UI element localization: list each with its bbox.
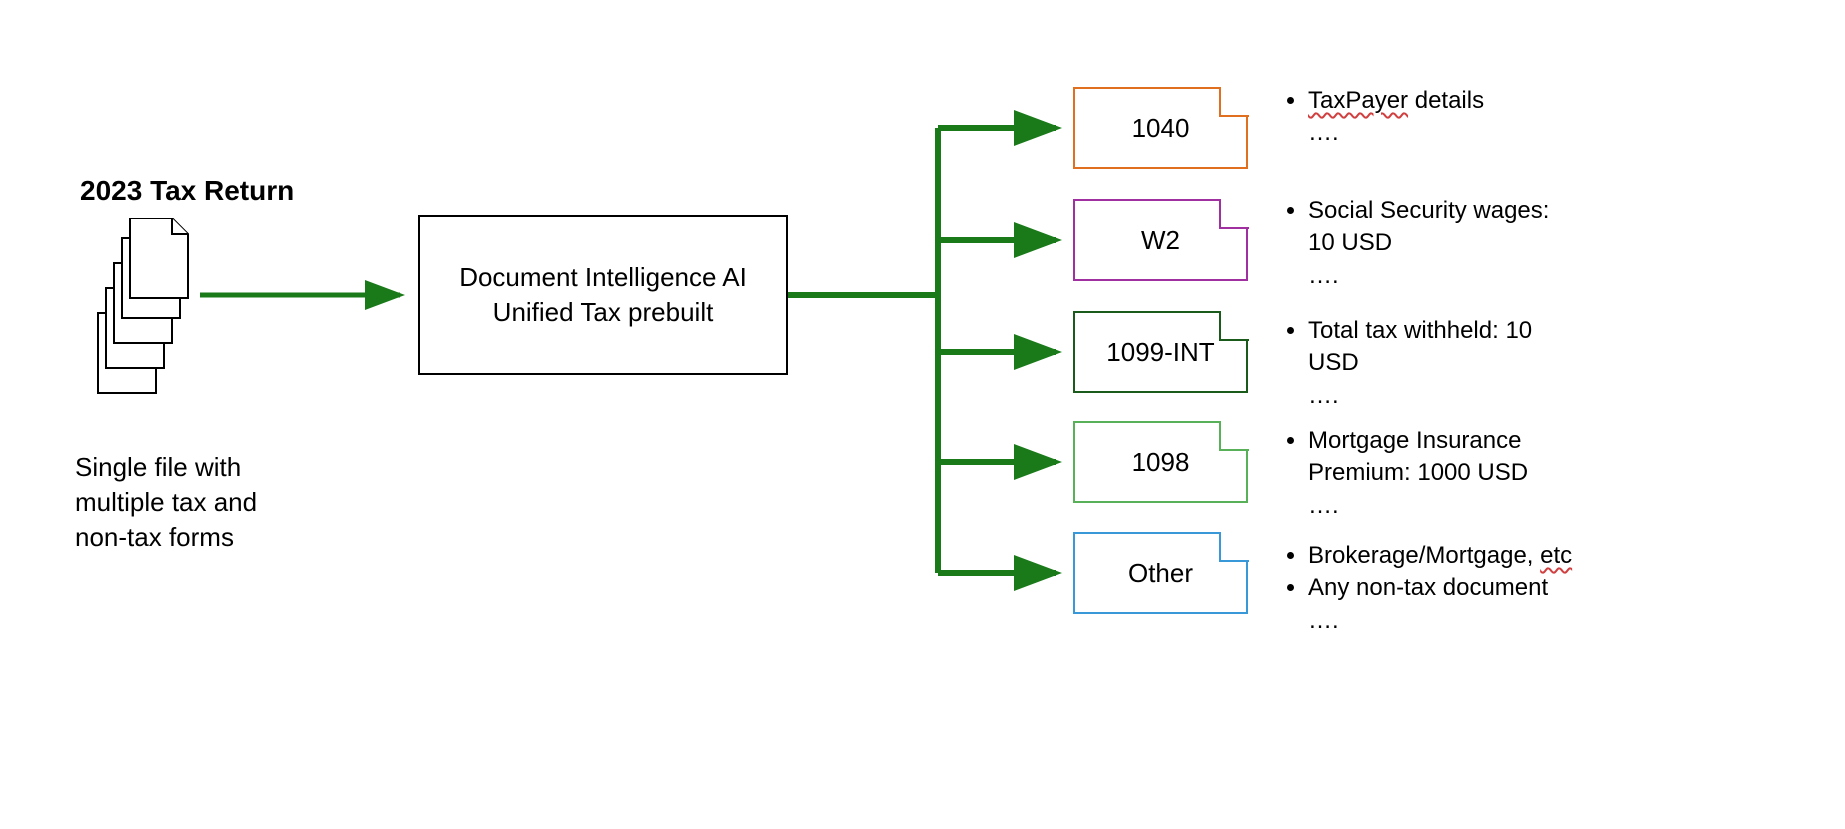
fanout-arrows	[788, 80, 1088, 640]
details-1098: Mortgage Insurance Premium: 1000 USD ….	[1280, 425, 1580, 522]
trailing-dots: ….	[1280, 605, 1640, 637]
trailing-dots: ….	[1280, 117, 1560, 149]
details-w2: Social Security wages: 10 USD ….	[1280, 195, 1560, 292]
details-other: Brokerage/Mortgage, etc Any non-tax docu…	[1280, 540, 1640, 637]
bullet-item: Any non-tax document	[1308, 572, 1640, 604]
bullet-item: Mortgage Insurance Premium: 1000 USD	[1308, 425, 1580, 490]
output-box-1040: 1040	[1073, 87, 1248, 169]
trailing-dots: ….	[1280, 260, 1560, 292]
output-label: W2	[1141, 226, 1180, 255]
output-label: 1099-INT	[1106, 338, 1214, 367]
details-1040: TaxPayer details ….	[1280, 85, 1560, 150]
input-title: 2023 Tax Return	[80, 175, 294, 207]
details-1099-int: Total tax withheld: 10 USD ….	[1280, 315, 1560, 412]
input-subtitle: Single file with multiple tax and non-ta…	[75, 450, 315, 555]
processor-box: Document Intelligence AI Unified Tax pre…	[418, 215, 788, 375]
bullet-item: Social Security wages: 10 USD	[1308, 195, 1560, 260]
output-label: 1098	[1132, 448, 1190, 477]
processor-line2: Unified Tax prebuilt	[493, 297, 714, 327]
arrow-input-to-processor	[200, 275, 418, 315]
trailing-dots: ….	[1280, 490, 1580, 522]
output-box-w2: W2	[1073, 199, 1248, 281]
bullet-item: Brokerage/Mortgage, etc	[1308, 540, 1640, 572]
bullet-item: Total tax withheld: 10 USD	[1308, 315, 1560, 380]
output-box-1098: 1098	[1073, 421, 1248, 503]
output-box-1099-int: 1099-INT	[1073, 311, 1248, 393]
document-stack-icon	[90, 218, 200, 398]
output-label: Other	[1128, 559, 1193, 588]
processor-line1: Document Intelligence AI	[459, 262, 747, 292]
output-label: 1040	[1132, 114, 1190, 143]
bullet-item: TaxPayer details	[1308, 85, 1560, 117]
output-box-other: Other	[1073, 532, 1248, 614]
trailing-dots: ….	[1280, 380, 1560, 412]
